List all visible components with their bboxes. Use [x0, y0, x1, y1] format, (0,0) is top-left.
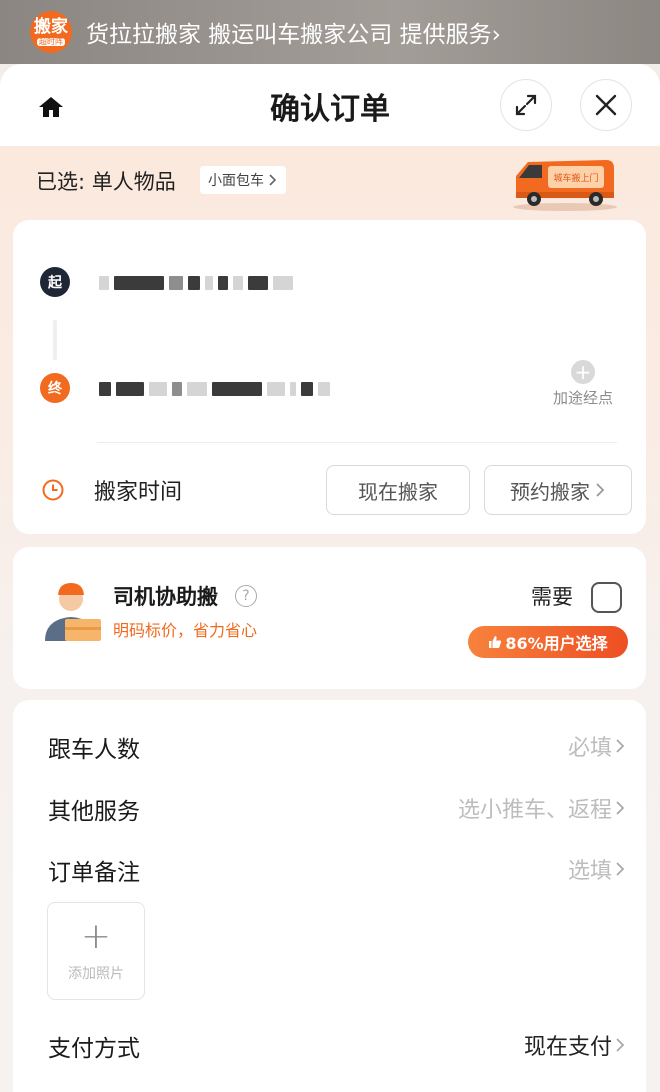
- clock-icon: [42, 479, 64, 501]
- schedule-move-button[interactable]: 预约搬家: [484, 465, 632, 515]
- thumbs-up-icon: [489, 636, 502, 648]
- user-choice-badge: 86%用户选择: [468, 626, 628, 658]
- moving-time-label: 搬家时间: [94, 480, 183, 505]
- need-checkbox[interactable]: [591, 582, 622, 613]
- start-badge: 起: [40, 267, 70, 297]
- driver-help-title: 司机协助搬: [113, 585, 218, 609]
- header-bar: 确认订单: [0, 64, 660, 146]
- plus-icon: +: [571, 360, 595, 384]
- form-row-payment[interactable]: 支付方式 现在支付: [13, 1025, 646, 1065]
- close-icon: [595, 94, 617, 116]
- app-banner[interactable]: 搬家 超时阵 货拉拉搬家 搬运叫车搬家公司 提供服务›: [0, 0, 660, 64]
- chevron-right-icon: [616, 801, 625, 815]
- schedule-move-label: 预约搬家: [510, 479, 590, 504]
- form-row-order-notes[interactable]: 订单备注 选填: [13, 849, 646, 889]
- app-logo: 搬家 超时阵: [30, 11, 72, 53]
- page-title: 确认订单: [270, 92, 390, 127]
- route-line: [53, 320, 57, 360]
- end-badge: 终: [40, 373, 70, 403]
- driver-avatar: [45, 583, 101, 641]
- chevron-right-icon: [269, 174, 277, 186]
- add-waypoint-button[interactable]: + 加途经点: [543, 360, 623, 408]
- add-photo-button[interactable]: + 添加照片: [47, 902, 145, 1000]
- chevron-right-icon: [616, 739, 625, 753]
- form-row-other-services[interactable]: 其他服务 选小推车、返程: [13, 788, 646, 828]
- close-button[interactable]: [580, 79, 632, 131]
- order-form-card: 跟车人数 必填 其他服务 选小推车、返程 订单备注 选填 + 添加照片 支付方式…: [13, 700, 646, 1092]
- payment-method-label: 支付方式: [48, 1036, 140, 1062]
- chevron-right-icon: [616, 1038, 625, 1052]
- end-address[interactable]: [99, 380, 330, 398]
- address-card: 起 终 + 加途经点 搬家时间 现在搬家 预约搬家: [13, 220, 646, 534]
- passengers-value: 必填: [567, 736, 612, 761]
- payment-method-value: 现在支付: [523, 1035, 612, 1060]
- add-waypoint-label: 加途经点: [552, 389, 613, 407]
- chevron-right-icon: [616, 862, 625, 876]
- banner-text: 货拉拉搬家 搬运叫车搬家公司 提供服务›: [86, 15, 501, 49]
- user-choice-text: 86%用户选择: [505, 634, 608, 653]
- other-services-label: 其他服务: [48, 799, 140, 825]
- selected-item-row: 已选: 单人物品 小面包车 城车搬上门: [0, 146, 660, 218]
- add-photo-label: 添加照片: [68, 966, 124, 982]
- chevron-right-icon: [596, 483, 605, 497]
- driver-help-subtitle: 明码标价，省力省心: [113, 621, 258, 640]
- question-icon[interactable]: ?: [235, 585, 257, 607]
- need-label: 需要: [531, 585, 573, 609]
- order-sheet: 确认订单 已选: 单人物品 小面包车 城车搬上门 起 终 + 加途经点 搬家时间…: [0, 64, 660, 1092]
- plus-icon: +: [80, 916, 112, 957]
- banner-chevron-icon: ›: [491, 22, 501, 48]
- expand-button[interactable]: [500, 79, 552, 131]
- home-icon: [39, 97, 63, 117]
- form-row-passengers[interactable]: 跟车人数 必填: [13, 726, 646, 766]
- logo-main-text: 搬家: [34, 16, 68, 37]
- move-now-button[interactable]: 现在搬家: [326, 465, 470, 515]
- divider: [97, 442, 617, 443]
- driver-help-card: 司机协助搬 ? 明码标价，省力省心 需要 86%用户选择: [13, 547, 646, 689]
- expand-icon: [515, 94, 537, 116]
- van-illustration: 城车搬上门: [513, 160, 617, 211]
- order-notes-value: 选填: [567, 859, 612, 884]
- van-slogan: 城车搬上门: [553, 172, 598, 184]
- passengers-label: 跟车人数: [48, 737, 140, 763]
- start-address[interactable]: [99, 274, 293, 292]
- vehicle-type-label: 小面包车: [208, 173, 264, 189]
- order-notes-label: 订单备注: [48, 860, 140, 886]
- selected-item-label: 已选: 单人物品: [36, 170, 176, 194]
- logo-sub-text: 超时阵: [37, 36, 65, 46]
- other-services-value: 选小推车、返程: [457, 798, 612, 823]
- banner-title: 货拉拉搬家 搬运叫车搬家公司 提供服务: [86, 22, 492, 48]
- home-button[interactable]: [36, 92, 66, 122]
- vehicle-type-tag[interactable]: 小面包车: [200, 166, 286, 194]
